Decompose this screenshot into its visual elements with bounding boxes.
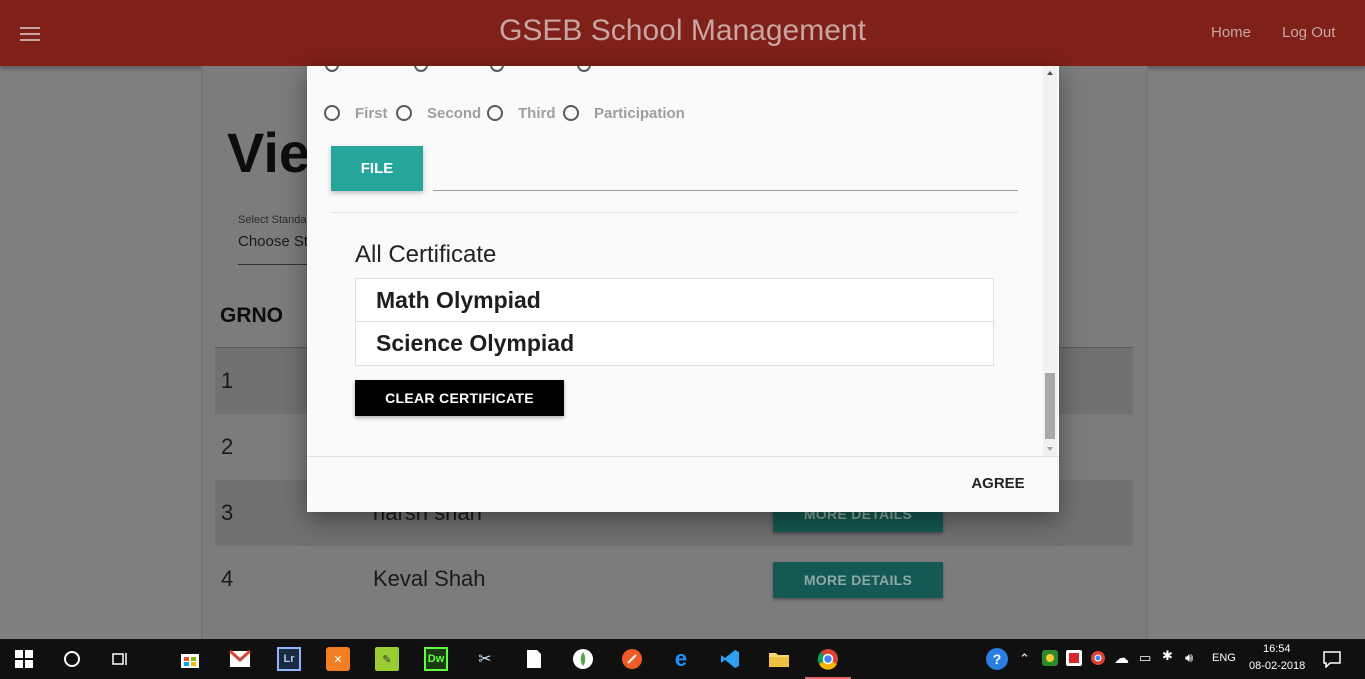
windows-start-icon[interactable] (12, 647, 36, 671)
table-header-grno: GRNO (220, 304, 283, 327)
radio-icon[interactable] (414, 66, 428, 72)
select-underline (238, 264, 318, 265)
clear-certificate-button[interactable]: CLEAR CERTIFICATE (355, 380, 564, 416)
nav-logout-link[interactable]: Log Out (1282, 24, 1335, 41)
cortana-icon[interactable] (60, 647, 84, 671)
more-details-label: MORE DETAILS (803, 572, 913, 588)
lightroom-icon[interactable]: Lr (277, 647, 301, 671)
notepad-plus-icon[interactable]: ✎ (375, 647, 399, 671)
agree-button[interactable]: AGREE (958, 472, 1038, 496)
file-explorer-icon[interactable] (767, 647, 791, 671)
task-view-icon[interactable] (108, 647, 132, 671)
vscode-icon[interactable] (718, 647, 742, 671)
wifi-icon[interactable]: ✱ (1162, 648, 1173, 664)
row-grno: 2 (221, 434, 234, 459)
standard-select[interactable]: Choose Sta (238, 233, 316, 250)
radio-icon[interactable] (490, 66, 504, 72)
modal-footer-divider (307, 456, 1059, 457)
radio-icon[interactable] (325, 66, 339, 72)
page-title: Vie (227, 121, 311, 184)
mongodb-icon[interactable] (571, 647, 595, 671)
file-icon[interactable] (522, 647, 546, 671)
row-grno: 4 (221, 566, 234, 591)
modal-scrollbar[interactable] (1043, 66, 1057, 456)
top-navbar: GSEB School Management Home Log Out (0, 0, 1365, 66)
certificates-heading: All Certificate (355, 241, 497, 268)
more-details-button[interactable]: MORE DETAILS (773, 562, 943, 598)
scroll-down-arrow-icon[interactable] (1047, 447, 1053, 451)
language-indicator[interactable]: ENG (1212, 652, 1236, 664)
snipping-tool-icon[interactable]: ✂ (473, 647, 497, 671)
row-grno: 3 (221, 500, 234, 525)
radio-label: First (355, 105, 388, 122)
volume-icon[interactable]: 🔊︎ (1185, 650, 1193, 666)
store-icon[interactable] (178, 647, 202, 671)
battery-icon[interactable]: ▭ (1139, 650, 1151, 666)
edge-icon[interactable]: e (669, 646, 693, 671)
network-app-icon[interactable] (1042, 650, 1058, 666)
gmail-icon[interactable] (228, 647, 252, 671)
radio-icon[interactable] (577, 66, 591, 72)
row-name: Keval Shah (373, 566, 486, 591)
certificate-modal: First Second Third Participation FILE Al… (307, 66, 1059, 512)
chrome-icon[interactable] (816, 647, 840, 671)
radio-label: Participation (594, 105, 685, 122)
radio-label: Third (518, 105, 556, 122)
section-divider (331, 212, 1018, 213)
list-item: Math Olympiad (356, 279, 993, 322)
dreamweaver-icon[interactable]: Dw (424, 647, 448, 671)
radio-icon[interactable] (487, 105, 503, 121)
app-title: GSEB School Management (499, 14, 866, 47)
radio-icon[interactable] (396, 105, 412, 121)
nav-home-link[interactable]: Home (1211, 24, 1251, 41)
help-icon[interactable]: ? (986, 648, 1008, 670)
radio-icon[interactable] (324, 105, 340, 121)
file-upload-button[interactable]: FILE (331, 146, 423, 191)
row-grno: 1 (221, 368, 234, 393)
modal-scroll-area[interactable]: First Second Third Participation FILE Al… (307, 66, 1043, 456)
onedrive-upload-icon[interactable]: ☁ (1114, 649, 1129, 667)
radio-icon[interactable] (563, 105, 579, 121)
scroll-up-arrow-icon[interactable] (1047, 71, 1053, 75)
radio-label: Second (427, 105, 482, 122)
windows-taskbar: Lr ✕ ✎ Dw ✂ e ? ⌃ ☁ ▭ ✱ 🔊︎ ENG 16:54 08-… (0, 639, 1365, 679)
table-row: 4 Keval Shah MORE DETAILS (215, 546, 1133, 612)
xampp-icon[interactable]: ✕ (326, 647, 350, 671)
chrome-tray-icon[interactable] (1090, 650, 1106, 666)
notifications-icon[interactable] (1322, 649, 1342, 669)
postman-icon[interactable] (620, 647, 644, 671)
clock-date[interactable]: 08-02-2018 (1249, 660, 1305, 672)
clock-time[interactable]: 16:54 (1263, 643, 1291, 655)
security-shield-icon[interactable] (1066, 650, 1082, 666)
file-path-input[interactable] (433, 156, 1018, 191)
list-item: Science Olympiad (376, 330, 575, 356)
show-hidden-icons-icon[interactable]: ⌃ (1019, 651, 1030, 667)
scrollbar-thumb[interactable] (1045, 373, 1055, 439)
standard-select-label: Select Standa (238, 214, 307, 226)
certificate-list: Math Olympiad Science Olympiad (355, 278, 994, 366)
